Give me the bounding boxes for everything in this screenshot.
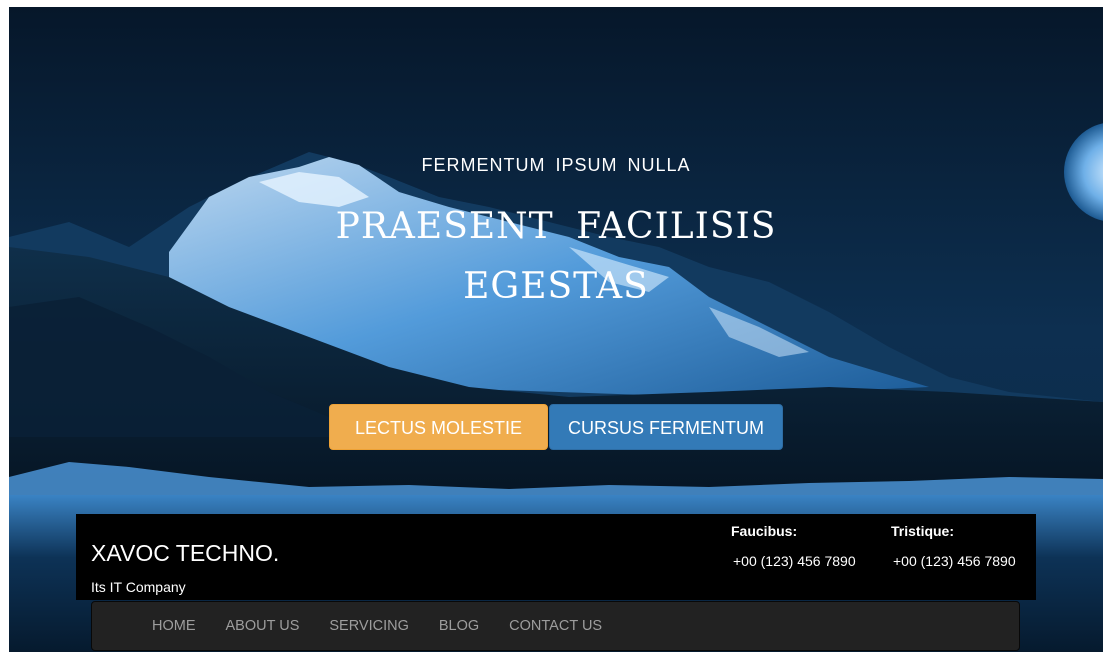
contact-phone: +00 (123) 456 7890: [733, 553, 856, 569]
cursus-fermentum-button[interactable]: CURSUS FERMENTUM: [549, 404, 783, 450]
contact-tristique: Tristique: +00 (123) 456 7890: [891, 523, 1016, 569]
nav-item-about-us[interactable]: ABOUT US: [226, 602, 300, 650]
company-info-bar: XAVOC TECHNO. Its IT Company Faucibus: +…: [76, 514, 1036, 600]
main-navbar: HOME ABOUT US SERVICING BLOG CONTACT US: [91, 601, 1020, 651]
hero-headline: PRAESENT FACILISIS EGESTAS: [9, 197, 1103, 317]
brand-name[interactable]: XAVOC TECHNO.: [91, 540, 279, 567]
nav-item-blog[interactable]: BLOG: [439, 602, 479, 650]
nav-item-servicing[interactable]: SERVICING: [329, 602, 409, 650]
hero-headline-line1: PRAESENT FACILISIS: [335, 206, 777, 247]
brand-tagline: Its IT Company: [91, 579, 186, 595]
contact-faucibus: Faucibus: +00 (123) 456 7890: [731, 523, 856, 569]
contact-phone: +00 (123) 456 7890: [893, 553, 1016, 569]
nav-list: HOME ABOUT US SERVICING BLOG CONTACT US: [152, 602, 632, 650]
hero-headline-line2: EGESTAS: [463, 266, 649, 307]
contact-label: Faucibus:: [731, 523, 798, 539]
lectus-molestie-button[interactable]: LECTUS MOLESTIE: [329, 404, 548, 450]
hero-kicker: FERMENTUM IPSUM NULLA: [421, 155, 691, 175]
hero-section: FERMENTUM IPSUM NULLA PRAESENT FACILISIS…: [9, 7, 1103, 652]
nav-item-home[interactable]: HOME: [152, 602, 196, 650]
nav-item-contact-us[interactable]: CONTACT US: [509, 602, 602, 650]
contact-label: Tristique:: [891, 523, 955, 539]
